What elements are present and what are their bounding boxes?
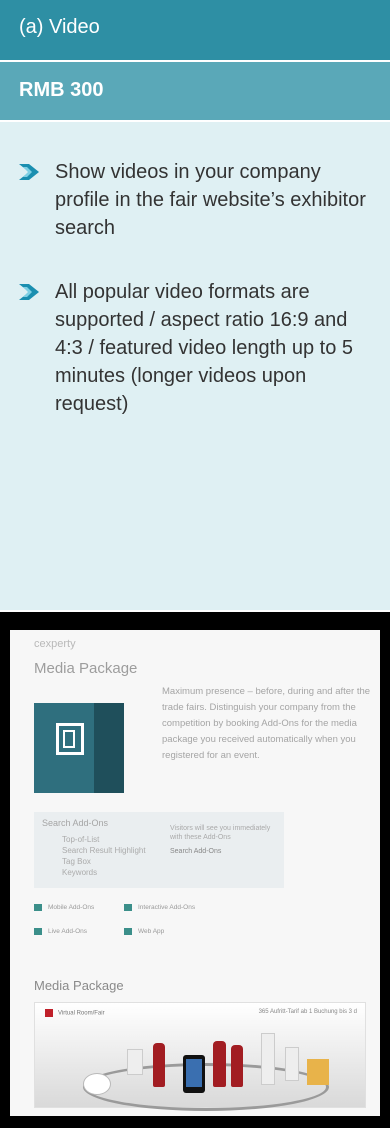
addons-note: Visitors will see you immediately with t… xyxy=(170,825,271,841)
addon-option: Web App xyxy=(124,928,164,935)
addons-list-item: Keywords xyxy=(62,868,98,877)
addons-list: Top-of-List Search Result Highlight Tag … xyxy=(62,834,146,878)
intro-text: Maximum presence – before, during and af… xyxy=(162,686,371,761)
addons-title: Search Add-Ons xyxy=(42,818,109,828)
arrow-icon xyxy=(19,164,39,180)
feature-text: Show videos in your company profile in t… xyxy=(55,161,366,239)
addons-list-item: Tag Box xyxy=(62,857,91,866)
arrow-icon xyxy=(19,284,39,300)
addon-options: Mobile Add-Ons Interactive Add-Ons Live … xyxy=(34,898,314,954)
addons-list-item: Top-of-List xyxy=(62,835,100,844)
header-bar: (a) Video xyxy=(0,0,390,60)
addons-link: Search Add-Ons xyxy=(170,848,222,855)
brand-logo: cexperty xyxy=(34,638,76,650)
phone-image xyxy=(183,1055,205,1093)
addon-option: Mobile Add-Ons xyxy=(34,904,94,911)
media-package-screenshot: cexperty Media Package Maximum presence … xyxy=(0,612,390,1128)
addon-option: Interactive Add-Ons xyxy=(124,904,195,911)
addon-option: Live Add-Ons xyxy=(34,928,87,935)
brochure-image xyxy=(307,1059,329,1085)
price-label: RMB 300 xyxy=(19,79,104,101)
search-addons-box: Search Add-Ons Top-of-List Search Result… xyxy=(34,812,284,888)
media-package-cube-image xyxy=(34,703,124,793)
section-title: (a) Video xyxy=(19,16,100,38)
media-package-title: Media Package xyxy=(34,660,138,677)
media-package-subtitle: Media Package xyxy=(34,978,124,993)
scene-left-label: Virtual Room/Fair xyxy=(45,1009,105,1017)
price-bar: RMB 300 xyxy=(0,62,390,120)
virtual-fair-scene: Virtual Room/Fair 365 Aufritt-Tarif ab 1… xyxy=(34,1002,366,1111)
addons-list-item: Search Result Highlight xyxy=(62,846,146,855)
feature-text: All popular video formats are supported … xyxy=(55,281,353,415)
scene-right-label: 365 Aufritt-Tarif ab 1 Buchung bis 3 d xyxy=(258,1009,357,1015)
screenshot-page: cexperty Media Package Maximum presence … xyxy=(10,630,380,1116)
